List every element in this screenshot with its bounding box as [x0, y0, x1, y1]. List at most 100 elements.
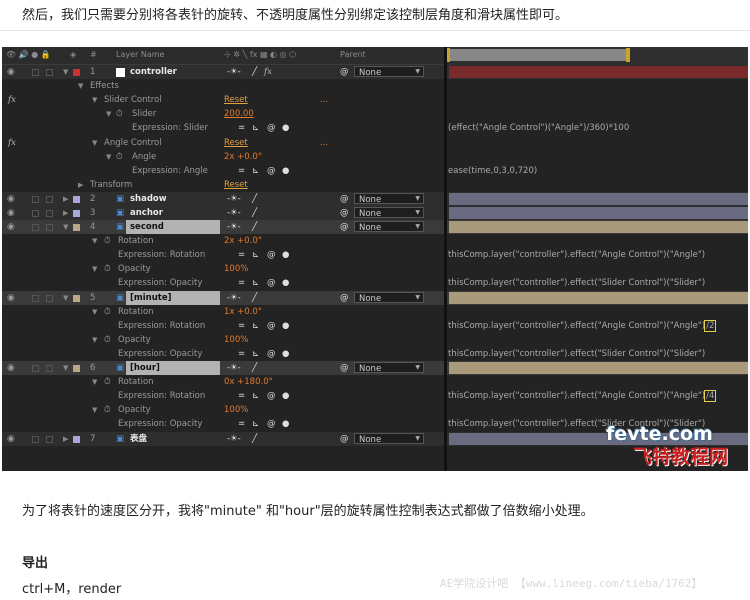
- property-value[interactable]: 100%: [224, 404, 248, 416]
- layer-name[interactable]: [minute]: [126, 291, 220, 305]
- header-layer-name[interactable]: Layer Name: [116, 50, 164, 59]
- quality-switch-icon[interactable]: ╱: [252, 433, 257, 445]
- opacity-property[interactable]: ▼ ⏱ Opacity 100%: [2, 403, 748, 417]
- rotation-property[interactable]: ▼ ⏱ Rotation 1x +0.0°: [2, 305, 748, 319]
- pickwhip-icon[interactable]: @: [267, 390, 276, 402]
- pickwhip-icon[interactable]: @: [267, 348, 276, 360]
- language-menu-icon[interactable]: ●: [282, 320, 289, 332]
- parent-select[interactable]: None ▼: [354, 193, 424, 205]
- property-value[interactable]: 100%: [224, 263, 248, 275]
- parent-select[interactable]: None ▼: [354, 66, 424, 78]
- eye-icon[interactable]: ◉: [7, 292, 15, 304]
- graph-icon[interactable]: ⊾: [252, 348, 259, 360]
- property-value[interactable]: 2x +0.0°: [224, 235, 262, 247]
- expand-arrow-icon[interactable]: ▼: [92, 94, 97, 106]
- pickwhip-icon[interactable]: @: [340, 362, 349, 374]
- expression-enable-icon[interactable]: =: [238, 348, 245, 360]
- property-value[interactable]: 100%: [224, 334, 248, 346]
- expression-enable-icon[interactable]: =: [238, 249, 245, 261]
- expand-arrow-icon[interactable]: ▼: [92, 306, 97, 318]
- opacity-property[interactable]: ▼ ⏱ Opacity 100%: [2, 262, 748, 276]
- pickwhip-icon[interactable]: @: [267, 418, 276, 430]
- eye-icon[interactable]: ◉: [7, 66, 15, 78]
- fx-icon[interactable]: fx: [8, 94, 16, 106]
- pickwhip-icon[interactable]: @: [267, 249, 276, 261]
- layer-row-anchor[interactable]: ◉ ▶ 3 ▣ anchor -☀- ╱ @ None ▼: [2, 206, 748, 220]
- expand-arrow-icon[interactable]: ▼: [92, 137, 97, 149]
- lock-switch[interactable]: [46, 210, 53, 217]
- property-value[interactable]: 200.00: [224, 108, 254, 120]
- layer-bar[interactable]: [449, 221, 748, 233]
- solo-switch[interactable]: [32, 69, 39, 76]
- property-value[interactable]: 1x +0.0°: [224, 306, 262, 318]
- work-area-bar[interactable]: [450, 49, 627, 61]
- stopwatch-icon[interactable]: ⏱: [116, 108, 123, 120]
- expand-arrow-icon[interactable]: ▼: [78, 80, 83, 92]
- angle-property[interactable]: ▼ ⏱ Angle 2x +0.0°: [2, 150, 748, 164]
- layer-bar[interactable]: [449, 66, 748, 78]
- language-menu-icon[interactable]: ●: [282, 249, 289, 261]
- solo-switch[interactable]: [32, 210, 39, 217]
- layer-name[interactable]: [hour]: [126, 361, 220, 375]
- language-menu-icon[interactable]: ●: [282, 165, 289, 177]
- graph-icon[interactable]: ⊾: [252, 390, 259, 402]
- pickwhip-icon[interactable]: @: [267, 277, 276, 289]
- work-area-end[interactable]: [626, 48, 630, 62]
- stopwatch-icon[interactable]: ⏱: [116, 151, 123, 163]
- expression-enable-icon[interactable]: =: [238, 122, 245, 134]
- layer-row-minute[interactable]: ◉ ▼ 5 ▣ [minute] -☀- ╱ @ None ▼: [2, 291, 748, 305]
- expand-arrow-icon[interactable]: ▼: [92, 263, 97, 275]
- expand-arrow-icon[interactable]: ▼: [63, 221, 68, 233]
- lock-switch[interactable]: [46, 69, 53, 76]
- quality-switch-icon[interactable]: ╱: [252, 362, 257, 374]
- quality-switch-icon[interactable]: ╱: [252, 207, 257, 219]
- expand-arrow-icon[interactable]: ▼: [92, 376, 97, 388]
- pickwhip-icon[interactable]: @: [340, 207, 349, 219]
- expand-arrow-icon[interactable]: ▼: [63, 362, 68, 374]
- angle-control-effect[interactable]: fx ▼ Angle Control Reset ...: [2, 136, 748, 150]
- lock-switch[interactable]: [46, 196, 53, 203]
- language-menu-icon[interactable]: ●: [282, 348, 289, 360]
- stopwatch-icon[interactable]: ⏱: [104, 306, 111, 318]
- parent-select[interactable]: None ▼: [354, 362, 424, 374]
- solo-switch[interactable]: [32, 224, 39, 231]
- graph-icon[interactable]: ⊾: [252, 249, 259, 261]
- shy-switch-icon[interactable]: -☀-: [227, 193, 241, 205]
- pickwhip-icon[interactable]: @: [340, 66, 349, 78]
- shy-switch-icon[interactable]: -☀-: [227, 66, 241, 78]
- stopwatch-icon[interactable]: ⏱: [104, 334, 111, 346]
- pickwhip-icon[interactable]: @: [340, 221, 349, 233]
- rotation-property[interactable]: ▼ ⏱ Rotation 0x +180.0°: [2, 375, 748, 389]
- expression-code[interactable]: thisComp.layer("controller").effect("Ang…: [448, 320, 717, 332]
- stopwatch-icon[interactable]: ⏱: [104, 376, 111, 388]
- options-link[interactable]: ...: [320, 94, 328, 106]
- layer-name[interactable]: shadow: [130, 193, 167, 205]
- graph-icon[interactable]: ⊾: [252, 122, 259, 134]
- fx-icon[interactable]: fx: [8, 137, 16, 149]
- slider-property[interactable]: ▼ ⏱ Slider 200.00: [2, 107, 748, 121]
- lock-switch[interactable]: [46, 365, 53, 372]
- expand-arrow-icon[interactable]: ▶: [63, 193, 68, 205]
- language-menu-icon[interactable]: ●: [282, 390, 289, 402]
- shy-switch-icon[interactable]: -☀-: [227, 221, 241, 233]
- layer-name[interactable]: anchor: [130, 207, 163, 219]
- expand-arrow-icon[interactable]: ▶: [78, 179, 83, 191]
- pickwhip-icon[interactable]: @: [340, 193, 349, 205]
- stopwatch-icon[interactable]: ⏱: [104, 263, 111, 275]
- parent-select[interactable]: None ▼: [354, 221, 424, 233]
- lock-switch[interactable]: [46, 436, 53, 443]
- solo-switch[interactable]: [32, 295, 39, 302]
- label-color[interactable]: [73, 196, 80, 203]
- layer-bar[interactable]: [449, 207, 748, 219]
- property-value[interactable]: 0x +180.0°: [224, 376, 273, 388]
- language-menu-icon[interactable]: ●: [282, 277, 289, 289]
- slider-control-effect[interactable]: fx ▼ Slider Control Reset ...: [2, 93, 748, 107]
- expression-enable-icon[interactable]: =: [238, 277, 245, 289]
- language-menu-icon[interactable]: ●: [282, 418, 289, 430]
- eye-icon[interactable]: ◉: [7, 221, 15, 233]
- pickwhip-icon[interactable]: @: [267, 122, 276, 134]
- solo-switch[interactable]: [32, 196, 39, 203]
- reset-link[interactable]: Reset: [224, 94, 248, 106]
- reset-link[interactable]: Reset: [224, 137, 248, 149]
- expression-enable-icon[interactable]: =: [238, 418, 245, 430]
